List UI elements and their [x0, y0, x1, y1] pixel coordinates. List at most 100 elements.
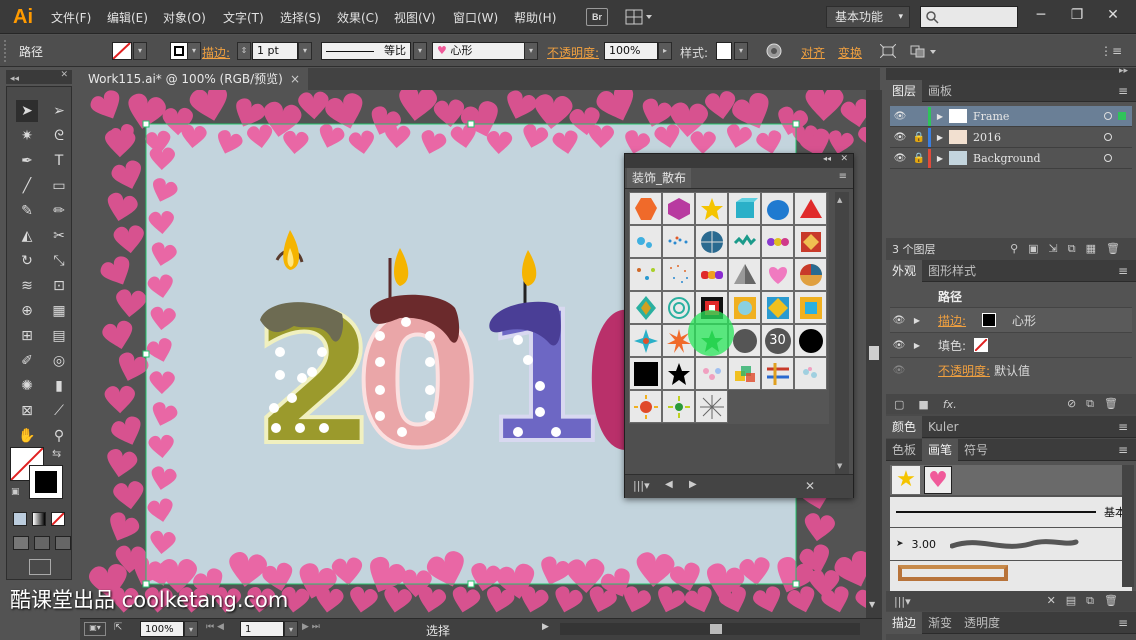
fill-dropdown[interactable]: ▾ — [133, 42, 147, 60]
arrange-documents-icon[interactable] — [624, 8, 654, 26]
visibility-eye-icon[interactable]: 👁 — [890, 111, 910, 122]
fill-swatch[interactable] — [112, 42, 132, 60]
status-menu-arrow[interactable]: ▶ — [542, 622, 549, 632]
symbol-cell[interactable] — [662, 390, 695, 423]
style-swatch[interactable] — [716, 42, 732, 60]
symbol-cell[interactable] — [761, 225, 794, 258]
appearance-action-icons[interactable]: ⊘⧉🗑 — [1067, 397, 1128, 411]
scroll-thumb[interactable] — [869, 346, 879, 360]
rectangle-tool-icon[interactable]: ▭ — [48, 175, 70, 197]
expand-arrow-icon[interactable]: ▶ — [931, 154, 949, 163]
symbol-cell[interactable] — [695, 258, 728, 291]
tab-layers[interactable]: 图层 — [886, 79, 923, 102]
align-label[interactable]: 对齐 — [801, 44, 825, 62]
brush-scrollbar[interactable] — [1122, 465, 1134, 587]
visibility-eye-icon[interactable]: 👁 — [890, 340, 908, 351]
perspective-grid-tool-icon[interactable]: ▦ — [48, 300, 70, 322]
hand-tool-icon[interactable]: ✋ — [16, 425, 38, 447]
tab-brushes[interactable]: 画笔 — [922, 438, 959, 461]
tab-artboards[interactable]: 画板 — [922, 80, 958, 102]
next-library-icon[interactable]: ▶ — [689, 479, 697, 490]
layer-row-2016[interactable]: 👁 🔒 ▶ 2016 — [890, 127, 1132, 148]
type-tool-icon[interactable]: T — [48, 150, 70, 172]
minimize-button[interactable]: ─ — [1028, 4, 1054, 26]
selection-tool-icon[interactable]: ➤ — [16, 100, 38, 122]
tab-graphic-styles[interactable]: 图形样式 — [922, 260, 982, 282]
symbol-cell[interactable] — [695, 390, 728, 423]
draw-inside-icon[interactable] — [55, 536, 71, 550]
artboard-tool-icon[interactable]: ⊠ — [16, 400, 38, 422]
symbol-cell[interactable] — [794, 225, 827, 258]
none-mode-icon[interactable] — [51, 512, 65, 526]
menu-file[interactable]: 文件(F) — [51, 9, 91, 26]
symbol-cell[interactable] — [662, 225, 695, 258]
basic-brush-row[interactable]: 基本 — [890, 497, 1132, 527]
panel-menu-icon[interactable]: ⋮≡ — [1100, 44, 1122, 58]
color-menu-icon[interactable]: ≡ — [1118, 420, 1136, 434]
previous-library-icon[interactable]: ◀ — [665, 479, 673, 490]
symbol-cell[interactable] — [761, 357, 794, 390]
visibility-eye-icon[interactable]: 👁 — [890, 365, 908, 376]
symbol-cell[interactable] — [629, 192, 662, 225]
menu-effect[interactable]: 效果(C) — [337, 9, 379, 26]
layer-row-background[interactable]: 👁 🔒 ▶ Background — [890, 148, 1132, 169]
lock-icon[interactable]: 🔒 — [910, 153, 928, 164]
star-brush-icon[interactable]: ★ — [892, 466, 920, 494]
width-tool-icon[interactable]: ≋ — [16, 275, 38, 297]
zoom-field[interactable]: 100% — [140, 621, 184, 637]
panel-titlebar[interactable]: ◂◂ ✕ — [625, 154, 853, 168]
next-artboard-icon[interactable]: ▶ ⏭ — [302, 622, 320, 632]
expand-arrow-icon[interactable]: ▶ — [908, 316, 926, 325]
symbol-scrollbar[interactable]: ▲ ▼ — [835, 192, 849, 474]
artboard-dropdown[interactable]: ▾ — [284, 621, 298, 637]
menu-object[interactable]: 对象(O) — [163, 9, 206, 26]
h-scroll-thumb[interactable] — [710, 624, 722, 634]
symbol-cell[interactable] — [629, 225, 662, 258]
add-fill-icon[interactable]: ■ — [918, 398, 928, 411]
tab-gradient[interactable]: 渐变 — [922, 612, 958, 634]
symbol-sprayer-tool-icon[interactable]: ✺ — [16, 375, 38, 397]
brush-action-icons[interactable]: ✕▤⧉🗑 — [1047, 594, 1128, 608]
symbol-cell[interactable] — [629, 258, 662, 291]
stroke-label[interactable]: 描边: — [202, 44, 230, 62]
layers-menu-icon[interactable]: ≡ — [1118, 84, 1136, 98]
blend-tool-icon[interactable]: ◎ — [48, 350, 70, 372]
grip-handle[interactable] — [4, 40, 10, 62]
rotate-tool-icon[interactable]: ↻ — [16, 250, 38, 272]
symbol-cell[interactable] — [728, 225, 761, 258]
appearance-fill-row[interactable]: 👁 ▶ 填色: — [890, 333, 1132, 358]
symbol-cell[interactable] — [629, 390, 662, 423]
close-window-button[interactable]: ✕ — [1100, 4, 1126, 26]
pen-tool-icon[interactable]: ✒ — [16, 150, 38, 172]
layer-row-frame[interactable]: 👁 ▶ Frame — [890, 106, 1132, 127]
horizontal-scrollbar[interactable] — [560, 623, 860, 635]
symbol-cell[interactable] — [629, 357, 662, 390]
eyedropper-tool-icon[interactable]: ✐ — [16, 350, 38, 372]
stroke-profile-dropdown[interactable]: ▾ — [413, 42, 427, 60]
menu-select[interactable]: 选择(S) — [280, 9, 321, 26]
isolate-icon[interactable] — [879, 43, 897, 61]
scroll-down-icon[interactable]: ▼ — [837, 462, 842, 470]
calligraphic-brush-row[interactable]: ➤ 3.00 — [890, 528, 1132, 560]
bridge-button[interactable]: Br — [586, 8, 608, 26]
symbol-cell[interactable] — [629, 291, 662, 324]
symbol-cell[interactable] — [761, 192, 794, 225]
collapse-panel-icon[interactable]: ◂◂ — [823, 154, 831, 163]
layer-name[interactable]: Background — [973, 152, 1041, 165]
close-tab-icon[interactable]: × — [290, 68, 300, 90]
symbol-cell[interactable] — [629, 324, 662, 357]
symbol-cell[interactable] — [728, 357, 761, 390]
heart-brush-icon[interactable]: ♥ — [924, 466, 952, 494]
gradient-mode-icon[interactable] — [32, 512, 46, 526]
symbol-cell[interactable] — [662, 192, 695, 225]
restore-button[interactable]: ❐ — [1064, 4, 1090, 26]
scale-tool-icon[interactable]: ⤡ — [48, 250, 70, 272]
symbol-cell[interactable] — [728, 291, 761, 324]
close-panel-icon[interactable]: ✕ — [840, 154, 848, 164]
tab-transparency[interactable]: 透明度 — [958, 612, 1006, 634]
stroke-weight-stepper[interactable]: ⇕ — [237, 42, 251, 60]
symbol-cell[interactable] — [728, 258, 761, 291]
default-colors-icon[interactable]: ▣ — [11, 487, 20, 497]
vertical-scrollbar[interactable]: ▼ — [866, 90, 882, 618]
stroke-weight-field[interactable]: 1 pt — [252, 42, 298, 60]
